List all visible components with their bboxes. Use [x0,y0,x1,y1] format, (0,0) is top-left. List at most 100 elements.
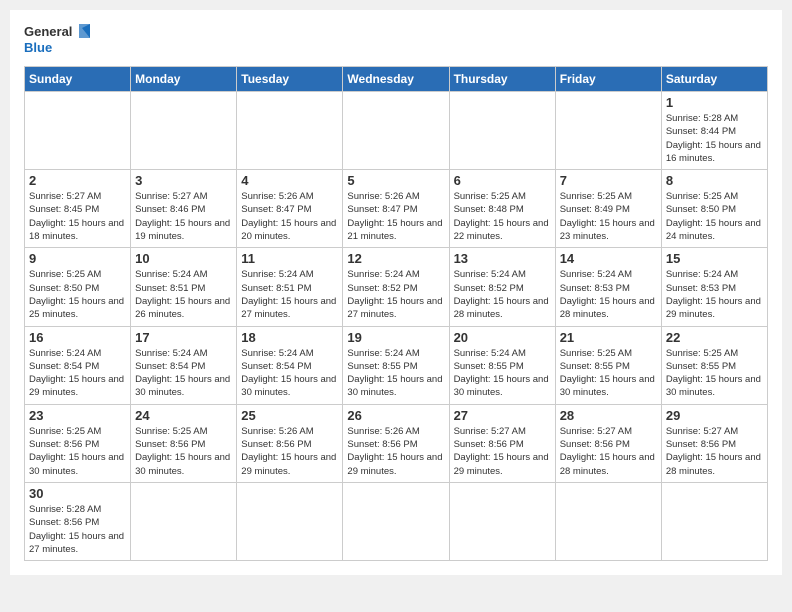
calendar-cell: 12Sunrise: 5:24 AM Sunset: 8:52 PM Dayli… [343,248,449,326]
calendar-cell: 11 Sunrise: 5:24 AM Sunset: 8:51 PM Dayli… [237,248,343,326]
weekday-header-friday: Friday [555,67,661,92]
logo: General Blue [24,20,94,60]
weekday-header-thursday: Thursday [449,67,555,92]
day-number: 13 [454,251,551,266]
sun-info: Sunrise: 5:24 AM Sunset: 8:55 PM Dayligh… [347,347,444,400]
day-number: 1 [666,95,763,110]
calendar-cell: 10 Sunrise: 5:24 AM Sunset: 8:51 PM Dayli… [131,248,237,326]
sun-info: Sunrise: 5:24 AM Sunset: 8:54 PM Dayligh… [29,347,126,400]
sun-info: Sunrise: 5:27 AM Sunset: 8:56 PM Dayligh… [560,425,657,478]
day-number: 3 [135,173,232,188]
calendar-page: General Blue SundayMondayTuesdayWednesda… [10,10,782,575]
calendar-week-row: 23Sunrise: 5:25 AM Sunset: 8:56 PM Dayli… [25,404,768,482]
sun-info: Sunrise: 5:27 AM Sunset: 8:56 PM Dayligh… [666,425,763,478]
day-number: 16 [29,330,126,345]
calendar-cell [449,92,555,170]
sun-info: Sunrise: 5:27 AM Sunset: 8:45 PM Dayligh… [29,190,126,243]
calendar-cell [555,92,661,170]
sun-info: Sunrise: 5:27 AM Sunset: 8:46 PM Dayligh… [135,190,232,243]
generalblue-logo-icon: General Blue [24,20,94,60]
sun-info: Sunrise: 5:26 AM Sunset: 8:56 PM Dayligh… [241,425,338,478]
sun-info: Sunrise: 5:25 AM Sunset: 8:56 PM Dayligh… [29,425,126,478]
calendar-cell: 14 Sunrise: 5:24 AM Sunset: 8:53 PM Dayli… [555,248,661,326]
sun-info: Sunrise: 5:24 AM Sunset: 8:52 PM Dayligh… [454,268,551,321]
day-number: 17 [135,330,232,345]
calendar-cell: 18 Sunrise: 5:24 AM Sunset: 8:54 PM Dayli… [237,326,343,404]
calendar-cell: 26 Sunrise: 5:26 AM Sunset: 8:56 PM Dayli… [343,404,449,482]
calendar-cell [555,482,661,560]
calendar-cell: 19Sunrise: 5:24 AM Sunset: 8:55 PM Dayli… [343,326,449,404]
sun-info: Sunrise: 5:28 AM Sunset: 8:56 PM Dayligh… [29,503,126,556]
day-number: 30 [29,486,126,501]
calendar-cell: 27Sunrise: 5:27 AM Sunset: 8:56 PM Dayli… [449,404,555,482]
calendar-cell: 20Sunrise: 5:24 AM Sunset: 8:55 PM Dayli… [449,326,555,404]
sun-info: Sunrise: 5:24 AM Sunset: 8:53 PM Dayligh… [666,268,763,321]
calendar-week-row: 30 Sunrise: 5:28 AM Sunset: 8:56 PM Dayli… [25,482,768,560]
calendar-table: SundayMondayTuesdayWednesdayThursdayFrid… [24,66,768,561]
svg-text:General: General [24,24,72,39]
sun-info: Sunrise: 5:25 AM Sunset: 8:50 PM Dayligh… [29,268,126,321]
day-number: 11 [241,251,338,266]
calendar-cell [131,482,237,560]
calendar-cell [343,92,449,170]
calendar-week-row: 16 Sunrise: 5:24 AM Sunset: 8:54 PM Dayli… [25,326,768,404]
weekday-header-monday: Monday [131,67,237,92]
day-number: 5 [347,173,444,188]
calendar-cell: 28 Sunrise: 5:27 AM Sunset: 8:56 PM Dayli… [555,404,661,482]
calendar-cell: 22Sunrise: 5:25 AM Sunset: 8:55 PM Dayli… [661,326,767,404]
day-number: 26 [347,408,444,423]
day-number: 18 [241,330,338,345]
sun-info: Sunrise: 5:25 AM Sunset: 8:50 PM Dayligh… [666,190,763,243]
day-number: 22 [666,330,763,345]
day-number: 25 [241,408,338,423]
weekday-header-tuesday: Tuesday [237,67,343,92]
day-number: 10 [135,251,232,266]
sun-info: Sunrise: 5:24 AM Sunset: 8:51 PM Dayligh… [241,268,338,321]
day-number: 24 [135,408,232,423]
day-number: 6 [454,173,551,188]
calendar-cell: 3 Sunrise: 5:27 AM Sunset: 8:46 PM Daylig… [131,170,237,248]
day-number: 28 [560,408,657,423]
sun-info: Sunrise: 5:28 AM Sunset: 8:44 PM Dayligh… [666,112,763,165]
calendar-cell: 23Sunrise: 5:25 AM Sunset: 8:56 PM Dayli… [25,404,131,482]
calendar-cell [237,482,343,560]
calendar-cell: 9 Sunrise: 5:25 AM Sunset: 8:50 PM Daylig… [25,248,131,326]
sun-info: Sunrise: 5:24 AM Sunset: 8:53 PM Dayligh… [560,268,657,321]
sun-info: Sunrise: 5:24 AM Sunset: 8:51 PM Dayligh… [135,268,232,321]
calendar-cell: 17Sunrise: 5:24 AM Sunset: 8:54 PM Dayli… [131,326,237,404]
sun-info: Sunrise: 5:24 AM Sunset: 8:54 PM Dayligh… [241,347,338,400]
calendar-cell [661,482,767,560]
calendar-cell: 16 Sunrise: 5:24 AM Sunset: 8:54 PM Dayli… [25,326,131,404]
calendar-cell: 5 Sunrise: 5:26 AM Sunset: 8:47 PM Daylig… [343,170,449,248]
weekday-header-wednesday: Wednesday [343,67,449,92]
sun-info: Sunrise: 5:26 AM Sunset: 8:56 PM Dayligh… [347,425,444,478]
calendar-cell: 13 Sunrise: 5:24 AM Sunset: 8:52 PM Dayli… [449,248,555,326]
day-number: 2 [29,173,126,188]
sun-info: Sunrise: 5:26 AM Sunset: 8:47 PM Dayligh… [347,190,444,243]
day-number: 12 [347,251,444,266]
day-number: 9 [29,251,126,266]
day-number: 29 [666,408,763,423]
calendar-cell: 21Sunrise: 5:25 AM Sunset: 8:55 PM Dayli… [555,326,661,404]
calendar-week-row: 2 Sunrise: 5:27 AM Sunset: 8:45 PM Daylig… [25,170,768,248]
calendar-cell: 8 Sunrise: 5:25 AM Sunset: 8:50 PM Daylig… [661,170,767,248]
day-number: 14 [560,251,657,266]
day-number: 20 [454,330,551,345]
calendar-cell [25,92,131,170]
calendar-cell [131,92,237,170]
sun-info: Sunrise: 5:25 AM Sunset: 8:49 PM Dayligh… [560,190,657,243]
day-number: 7 [560,173,657,188]
header: General Blue [24,20,768,60]
calendar-cell: 7 Sunrise: 5:25 AM Sunset: 8:49 PM Daylig… [555,170,661,248]
weekday-header-row: SundayMondayTuesdayWednesdayThursdayFrid… [25,67,768,92]
svg-text:Blue: Blue [24,40,52,55]
calendar-cell: 24 Sunrise: 5:25 AM Sunset: 8:56 PM Dayli… [131,404,237,482]
day-number: 8 [666,173,763,188]
sun-info: Sunrise: 5:25 AM Sunset: 8:56 PM Dayligh… [135,425,232,478]
sun-info: Sunrise: 5:25 AM Sunset: 8:55 PM Dayligh… [560,347,657,400]
calendar-cell: 1 Sunrise: 5:28 AM Sunset: 8:44 PM Daylig… [661,92,767,170]
calendar-cell: 2 Sunrise: 5:27 AM Sunset: 8:45 PM Daylig… [25,170,131,248]
calendar-cell: 30 Sunrise: 5:28 AM Sunset: 8:56 PM Dayli… [25,482,131,560]
calendar-cell: 4Sunrise: 5:26 AM Sunset: 8:47 PM Daylig… [237,170,343,248]
sun-info: Sunrise: 5:26 AM Sunset: 8:47 PM Dayligh… [241,190,338,243]
